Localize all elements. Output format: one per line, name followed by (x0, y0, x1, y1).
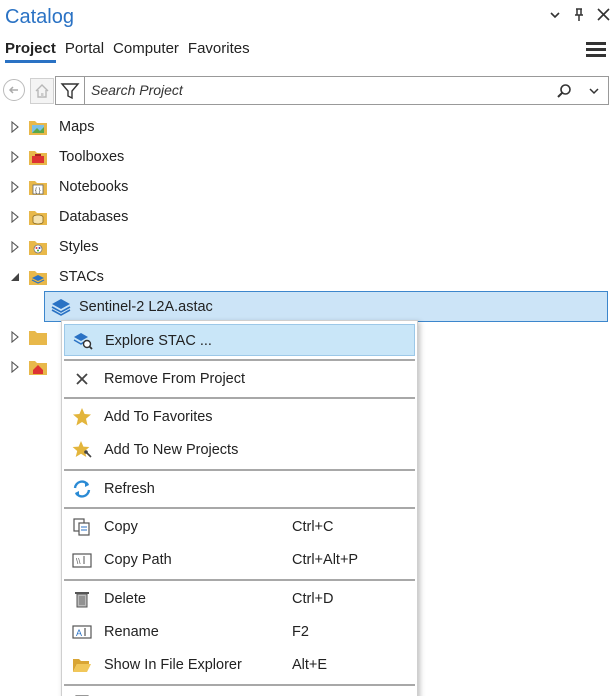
menu-item-delete[interactable]: Delete Ctrl+D (64, 583, 415, 615)
notebooks-folder-icon: { } (29, 181, 47, 195)
catalog-toolbar (0, 76, 616, 106)
search-box (55, 76, 609, 105)
tree-item-label: Sentinel-2 L2A.astac (79, 299, 213, 315)
home-icon (35, 84, 49, 98)
menu-item-add-favorites[interactable]: Add To Favorites (64, 401, 415, 433)
close-icon[interactable] (596, 8, 610, 25)
expand-arrow-icon[interactable] (10, 361, 20, 373)
menu-item-shortcut: Alt+E (292, 657, 328, 673)
tab-portal[interactable]: Portal (65, 40, 104, 63)
tree-item-toolboxes[interactable]: Toolboxes (0, 143, 616, 171)
menu-item-partial[interactable] (64, 688, 415, 696)
menu-item-shortcut: Ctrl+Alt+P (292, 552, 359, 568)
menu-item-refresh[interactable]: Refresh (64, 473, 415, 505)
tree-item-databases[interactable]: Databases (0, 203, 616, 231)
menu-item-add-new-projects[interactable]: Add To New Projects (64, 434, 415, 466)
home-folder-icon (29, 361, 47, 375)
context-menu: Explore STAC ... Remove From Project Add… (61, 320, 418, 696)
filter-icon[interactable] (60, 81, 80, 101)
menu-item-label: Remove From Project (104, 371, 246, 387)
menu-item-remove[interactable]: Remove From Project (64, 363, 415, 395)
pane-title: Catalog (5, 6, 74, 28)
explore-stac-icon (73, 333, 93, 350)
home-button[interactable] (30, 78, 54, 104)
tab-computer[interactable]: Computer (113, 40, 179, 63)
tab-favorites[interactable]: Favorites (188, 40, 250, 63)
refresh-icon (73, 480, 91, 498)
chevron-down-icon[interactable] (548, 8, 562, 25)
tree-item-label: Databases (59, 209, 129, 225)
menu-item-copy-path[interactable]: \\ Copy Path Ctrl+Alt+P (64, 544, 415, 576)
menu-item-shortcut: F2 (292, 624, 309, 640)
tree-item-maps[interactable]: Maps (0, 113, 616, 141)
menu-item-label: Explore STAC ... (105, 333, 212, 349)
menu-separator (64, 469, 415, 471)
menu-separator (64, 684, 415, 686)
svg-text:{ }: { } (35, 188, 41, 194)
hamburger-menu-icon[interactable] (586, 42, 606, 58)
tree-item-notebooks[interactable]: { } Notebooks (0, 173, 616, 201)
toolboxes-folder-icon (29, 151, 47, 165)
star-icon (73, 408, 91, 426)
open-folder-icon (73, 659, 91, 672)
expand-arrow-icon[interactable] (10, 241, 20, 253)
menu-separator (64, 359, 415, 361)
maps-folder-icon (29, 121, 47, 135)
search-divider (84, 77, 85, 104)
collapse-arrow-icon[interactable] (10, 271, 20, 283)
stacs-folder-icon (29, 271, 47, 285)
remove-x-icon (76, 373, 88, 385)
tree-item-styles[interactable]: Styles (0, 233, 616, 261)
menu-item-show-in-explorer[interactable]: Show In File Explorer Alt+E (64, 649, 415, 681)
stac-layer-icon (51, 299, 71, 316)
search-icon[interactable] (556, 83, 572, 99)
rename-icon: A (72, 625, 92, 639)
menu-item-shortcut: Ctrl+D (292, 591, 334, 607)
tree-item-stacs[interactable]: STACs (0, 263, 616, 291)
copy-path-icon: \\ (72, 553, 92, 568)
tree-item-label: Maps (59, 119, 95, 135)
copy-icon (73, 518, 90, 536)
back-arrow-icon[interactable] (3, 79, 25, 101)
menu-item-label: Show In File Explorer (104, 657, 242, 673)
expand-arrow-icon[interactable] (10, 211, 20, 223)
folder-icon (29, 331, 47, 345)
pin-icon[interactable] (572, 8, 586, 25)
search-input[interactable] (91, 82, 531, 98)
expand-arrow-icon[interactable] (10, 121, 20, 133)
chevron-down-icon[interactable] (588, 85, 600, 97)
tree-item-label: Toolboxes (59, 149, 125, 165)
styles-folder-icon (29, 241, 47, 255)
tab-project[interactable]: Project (5, 40, 56, 63)
menu-separator (64, 507, 415, 509)
tree-item-label: Notebooks (59, 179, 129, 195)
menu-item-copy[interactable]: Copy Ctrl+C (64, 511, 415, 543)
svg-text:\\: \\ (76, 557, 81, 566)
menu-item-label: Refresh (104, 481, 155, 497)
expand-arrow-icon[interactable] (10, 181, 20, 193)
menu-item-shortcut: Ctrl+C (292, 519, 334, 535)
tree-item-label: Styles (59, 239, 99, 255)
tree-item-sentinel-stac[interactable]: Sentinel-2 L2A.astac (44, 291, 608, 322)
menu-separator (64, 579, 415, 581)
menu-item-label: Copy (104, 519, 138, 535)
star-pin-icon (72, 441, 92, 458)
catalog-tabs: Project Portal Computer Favorites (5, 40, 259, 63)
trash-icon (75, 592, 89, 608)
pane-controls (548, 8, 610, 25)
menu-item-rename[interactable]: A Rename F2 (64, 616, 415, 648)
menu-item-label: Rename (104, 624, 159, 640)
databases-folder-icon (29, 211, 47, 225)
menu-item-label: Delete (104, 591, 146, 607)
svg-text:A: A (76, 628, 82, 638)
tree-item-label: STACs (59, 269, 104, 285)
expand-arrow-icon[interactable] (10, 331, 20, 343)
menu-item-explore-stac[interactable]: Explore STAC ... (64, 324, 415, 356)
menu-separator (64, 397, 415, 399)
menu-item-label: Add To New Projects (104, 442, 239, 458)
expand-arrow-icon[interactable] (10, 151, 20, 163)
pane-header: Catalog (0, 0, 616, 36)
menu-item-label: Add To Favorites (104, 409, 213, 425)
menu-item-label: Copy Path (104, 552, 172, 568)
